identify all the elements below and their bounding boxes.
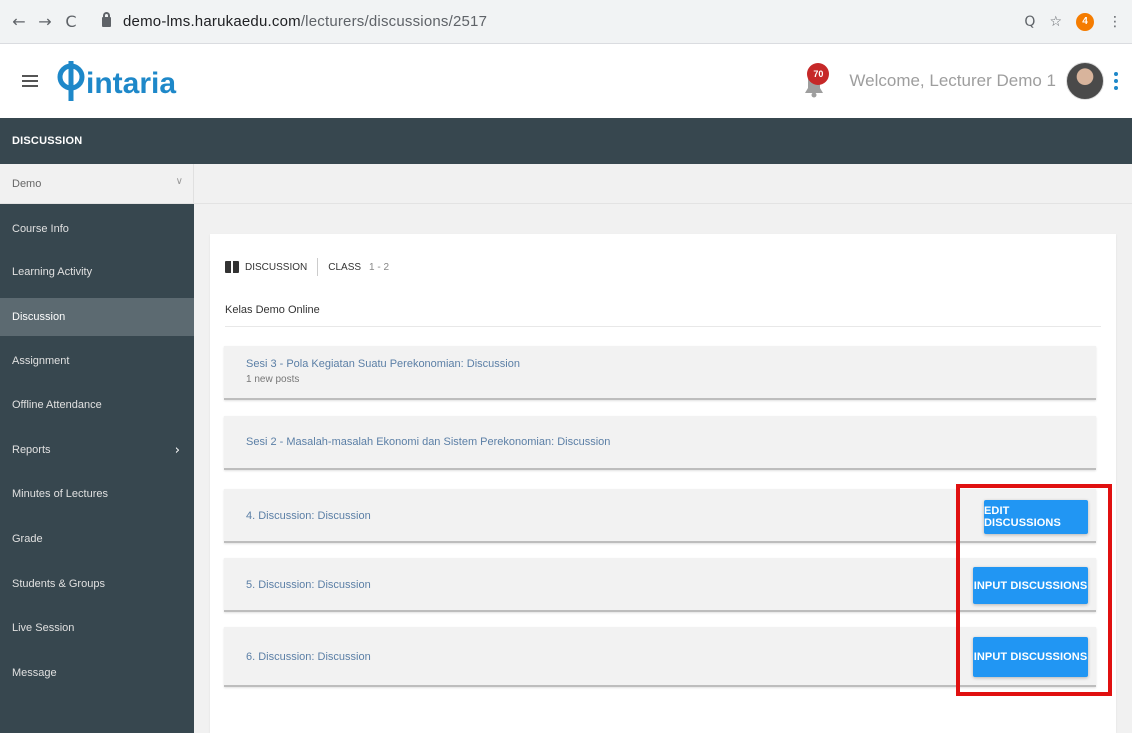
hamburger-menu-icon[interactable]	[22, 75, 38, 87]
sidebar-item-label: Message	[12, 667, 57, 679]
sidebar-item-assignment[interactable]: Assignment	[0, 342, 194, 380]
sidebar-item-discussion[interactable]: Discussion	[0, 298, 194, 336]
sidebar-item-label: Learning Activity	[12, 266, 93, 278]
discussion-row[interactable]: Sesi 2 - Masalah-masalah Ekonomi dan Sis…	[224, 416, 1096, 470]
url-host: demo-lms.harukaedu.com	[123, 13, 301, 30]
sidebar-item-label: Reports	[12, 444, 51, 456]
page-title-bar: DISCUSSION	[0, 118, 1132, 164]
highlight-annotation-box	[956, 484, 1112, 696]
course-bar: Demo ∨	[0, 164, 1132, 204]
divider	[317, 258, 319, 276]
sidebar-item-label: Discussion	[12, 311, 66, 323]
discussion-link[interactable]: 5. Discussion: Discussion	[246, 579, 371, 591]
sidebar-item-message[interactable]: Message	[0, 654, 194, 692]
app-header: intaria 70 Welcome, Lecturer Demo 1	[0, 44, 1132, 118]
sidebar-item-label: Course Info	[12, 223, 69, 235]
welcome-text: Welcome, Lecturer Demo 1	[849, 71, 1056, 90]
divider	[225, 326, 1101, 327]
course-select-value: Demo	[12, 178, 42, 190]
kebab-menu-icon[interactable]	[1114, 72, 1118, 90]
sidebar-item-label: Offline Attendance	[12, 399, 102, 411]
class-name: Kelas Demo Online	[225, 304, 320, 316]
notification-bell-icon[interactable]: 70	[799, 63, 830, 99]
sidebar-item-minutes-of-lectures[interactable]: Minutes of Lectures	[0, 475, 194, 513]
sidebar-item-label: Grade	[12, 533, 43, 545]
avatar[interactable]	[1066, 62, 1104, 100]
extension-icon[interactable]: 4	[1076, 12, 1094, 31]
star-icon[interactable]: ☆	[1049, 14, 1062, 30]
discussion-link[interactable]: Sesi 2 - Masalah-masalah Ekonomi dan Sis…	[246, 436, 610, 448]
sidebar-item-label: Students & Groups	[12, 578, 105, 590]
chevron-down-icon: ∨	[175, 176, 183, 187]
discussion-post-count: 1 new posts	[246, 374, 300, 385]
sidebar-item-label: Assignment	[12, 355, 70, 367]
sidebar: Course Info Learning Activity Discussion…	[0, 204, 194, 733]
sidebar-item-reports[interactable]: Reports ›	[0, 431, 194, 469]
chevron-right-icon: ›	[174, 442, 180, 458]
card-head-label: DISCUSSION	[245, 261, 308, 273]
page-title: DISCUSSION	[12, 135, 83, 147]
address-bar[interactable]: demo-lms.harukaedu.com/lecturers/discuss…	[123, 13, 487, 30]
browser-toolbar: ← → C demo-lms.harukaedu.com/lecturers/d…	[0, 0, 1132, 44]
discussion-link[interactable]: Sesi 3 - Pola Kegiatan Suatu Perekonomia…	[246, 358, 520, 370]
discussion-link[interactable]: 6. Discussion: Discussion	[246, 651, 371, 663]
sidebar-item-offline-attendance[interactable]: Offline Attendance	[0, 386, 194, 424]
course-select[interactable]: Demo ∨	[0, 164, 194, 204]
logo-mark-icon	[57, 61, 85, 101]
logo[interactable]: intaria	[56, 61, 176, 101]
sidebar-item-grade[interactable]: Grade	[0, 520, 194, 558]
back-icon[interactable]: ←	[6, 12, 32, 31]
discussion-row[interactable]: Sesi 3 - Pola Kegiatan Suatu Perekonomia…	[224, 346, 1096, 400]
sidebar-item-label: Live Session	[12, 622, 75, 634]
class-label: CLASS	[328, 261, 362, 273]
browser-menu-icon[interactable]: ⋮	[1108, 14, 1122, 30]
sidebar-item-course-info[interactable]: Course Info	[0, 210, 194, 248]
url-path: /lecturers/discussions/2517	[300, 13, 488, 30]
lock-icon	[102, 11, 111, 27]
logo-text: intaria	[86, 67, 177, 100]
book-icon	[225, 261, 239, 273]
sidebar-item-label: Minutes of Lectures	[12, 488, 108, 500]
sidebar-item-students-groups[interactable]: Students & Groups	[0, 565, 194, 603]
discussion-link[interactable]: 4. Discussion: Discussion	[246, 510, 371, 522]
sidebar-item-learning-activity[interactable]: Learning Activity	[0, 253, 194, 291]
zoom-icon[interactable]: Q	[1024, 14, 1035, 30]
forward-icon[interactable]: →	[32, 12, 58, 31]
sidebar-item-live-session[interactable]: Live Session	[0, 609, 194, 647]
card-header: DISCUSSION CLASS 1 - 2	[225, 258, 389, 276]
class-value: 1 - 2	[369, 261, 390, 273]
reload-icon[interactable]: C	[58, 12, 84, 31]
